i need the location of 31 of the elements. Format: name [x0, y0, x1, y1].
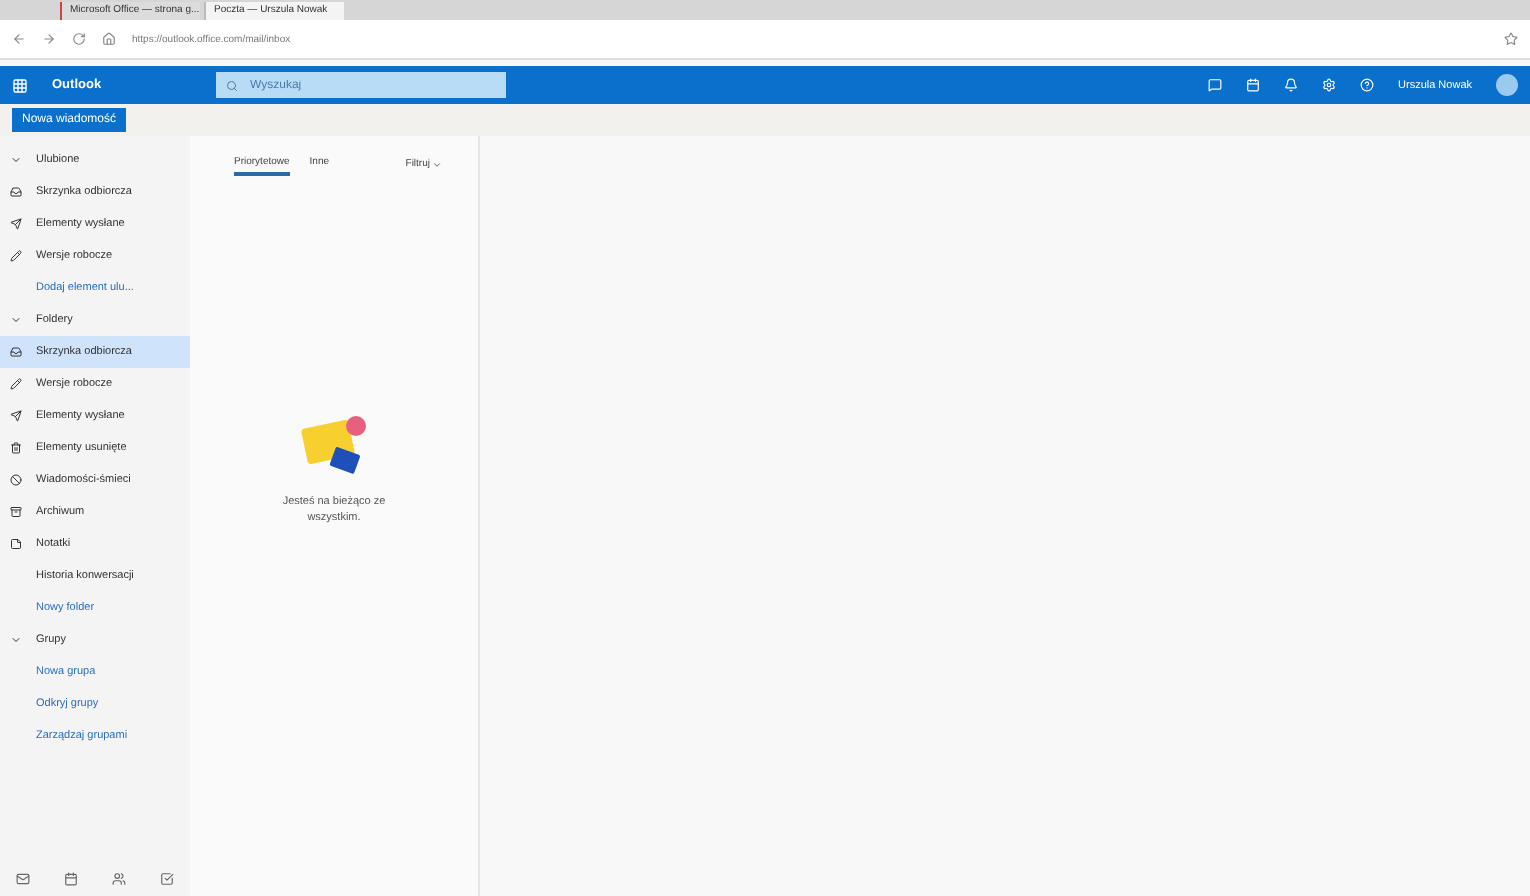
chat-icon[interactable]	[1208, 78, 1223, 92]
trash-icon	[10, 442, 22, 454]
forward-icon[interactable]	[42, 32, 56, 46]
back-icon[interactable]	[12, 32, 26, 46]
help-icon[interactable]	[1360, 78, 1375, 92]
search-icon	[226, 79, 238, 91]
archive-icon	[10, 506, 22, 518]
home-icon[interactable]	[102, 32, 116, 46]
star-icon[interactable]	[1504, 32, 1518, 46]
caret-icon	[432, 159, 442, 169]
chevron-icon[interactable]	[10, 634, 22, 646]
send-icon	[10, 410, 22, 422]
pencil-icon	[10, 378, 22, 390]
send-icon	[10, 218, 22, 230]
people-icon[interactable]	[111, 871, 126, 885]
block-icon	[10, 474, 22, 486]
pencil-icon	[10, 250, 22, 262]
note-icon	[10, 538, 22, 550]
reload-icon[interactable]	[72, 32, 86, 46]
settings-icon[interactable]	[1322, 78, 1337, 92]
bell-icon[interactable]	[1284, 78, 1299, 92]
calendar-icon[interactable]	[64, 871, 79, 885]
tasks-icon[interactable]	[159, 871, 174, 885]
envelope-illustration	[298, 412, 370, 480]
chevron-icon[interactable]	[10, 314, 22, 326]
inbox-icon	[10, 186, 22, 198]
app-launcher-icon[interactable]	[12, 77, 28, 93]
chevron-icon[interactable]	[10, 154, 22, 166]
avatar[interactable]	[1496, 74, 1518, 96]
inbox-icon	[10, 346, 22, 358]
mail-icon[interactable]	[16, 871, 31, 885]
